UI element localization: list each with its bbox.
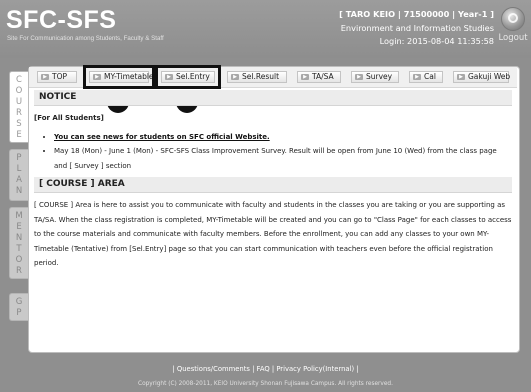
nav-cal-label: Cal: [424, 72, 436, 81]
notice-heading: NOTICE: [34, 90, 512, 106]
highlight-box-sel-entry: [155, 65, 221, 89]
main-panel: ▶ TOP ▶ MY-Timetable ▶ Sel.Entry ▶ Sel.R…: [28, 65, 520, 353]
side-tab-letter: L: [16, 164, 22, 174]
nav-ta-sa-label: TA/SA: [312, 72, 334, 81]
course-area-body: [ COURSE ] Area is here to assist you to…: [34, 201, 512, 267]
sfc-website-link[interactable]: You can see news for students on SFC off…: [54, 133, 270, 141]
power-icon[interactable]: [501, 7, 525, 31]
side-tab-course[interactable]: C O U R S E: [9, 71, 28, 143]
arrow-right-icon: ▶: [457, 74, 465, 80]
side-tab-letter: R: [16, 108, 22, 118]
user-identity: [ TARO KEIO | 71500000 | Year-1 ]: [339, 9, 494, 19]
login-timestamp: Login: 2015-08-04 11:35:58: [379, 36, 494, 46]
notice-item: You can see news for students on SFC off…: [54, 130, 512, 145]
side-tab-letter: O: [15, 86, 23, 96]
arrow-right-icon: ▶: [413, 74, 421, 80]
footer-links[interactable]: | Questions/Comments | FAQ | Privacy Pol…: [0, 365, 531, 373]
side-tab-gp[interactable]: G P: [9, 293, 28, 321]
notice-item: May 18 (Mon) - June 1 (Mon) - SFC-SFS Cl…: [54, 144, 512, 173]
site-logo[interactable]: SFC-SFS: [6, 6, 116, 35]
arrow-right-icon: ▶: [231, 74, 239, 80]
side-tab-plan[interactable]: P L A N: [9, 149, 28, 201]
logout-label[interactable]: Logout: [498, 33, 528, 43]
nav-top-label: TOP: [52, 72, 68, 81]
side-tab-letter: C: [16, 75, 22, 85]
nav-sel-result-label: Sel.Result: [242, 72, 280, 81]
copyright-text: Copyright (C) 2008-2011, KEIO University…: [138, 381, 393, 387]
arrow-right-icon: ▶: [301, 74, 309, 80]
side-tab-letter: O: [15, 255, 23, 265]
side-tab-letter: P: [16, 153, 22, 163]
nav-sel-result[interactable]: ▶ Sel.Result: [227, 71, 287, 83]
highlight-box-my-timetable: [83, 65, 155, 89]
site-header: SFC-SFS Site For Communication among Stu…: [0, 0, 531, 58]
side-tab-letter: G: [15, 297, 23, 307]
nav-cal[interactable]: ▶ Cal: [409, 71, 443, 83]
nav-gakuji-web-label: Gakuji Web: [468, 72, 511, 81]
nav-survey[interactable]: ▶ Survey: [351, 71, 399, 83]
side-tab-letter: S: [16, 119, 22, 129]
logout-button[interactable]: Logout: [498, 7, 528, 43]
site-tagline: Site For Communication among Students, F…: [7, 35, 164, 42]
course-area-heading: [ COURSE ] AREA: [34, 177, 512, 193]
side-tab-letter: U: [15, 97, 23, 107]
user-department: Environment and Information Studies: [340, 22, 494, 33]
user-info: [ TARO KEIO | 71500000 | Year-1 ] Enviro…: [339, 8, 494, 49]
arrow-right-icon: ▶: [41, 74, 49, 80]
nav-gakuji-web[interactable]: ▶ Gakuji Web: [453, 71, 511, 83]
side-tab-letter: T: [16, 244, 22, 254]
notice-audience: [For All Students]: [34, 114, 104, 122]
side-tab-mentor[interactable]: M E N T O R: [9, 207, 28, 279]
nav-ta-sa[interactable]: ▶ TA/SA: [297, 71, 341, 83]
side-tab-letter: E: [16, 222, 22, 232]
arrow-right-icon: ▶: [355, 74, 363, 80]
main-content: NOTICE [For All Students] You can see ne…: [34, 90, 512, 271]
side-tab-letter: N: [15, 186, 23, 196]
nav-top[interactable]: ▶ TOP: [37, 71, 77, 83]
side-tab-letter: E: [16, 130, 22, 140]
side-tab-letter: M: [15, 211, 23, 221]
notice-list: You can see news for students on SFC off…: [34, 130, 512, 174]
side-tab-letter: A: [16, 175, 22, 185]
side-tab-letter: N: [15, 233, 23, 243]
side-tab-letter: R: [16, 266, 22, 276]
side-tab-letter: P: [16, 308, 22, 318]
nav-survey-label: Survey: [366, 72, 393, 81]
